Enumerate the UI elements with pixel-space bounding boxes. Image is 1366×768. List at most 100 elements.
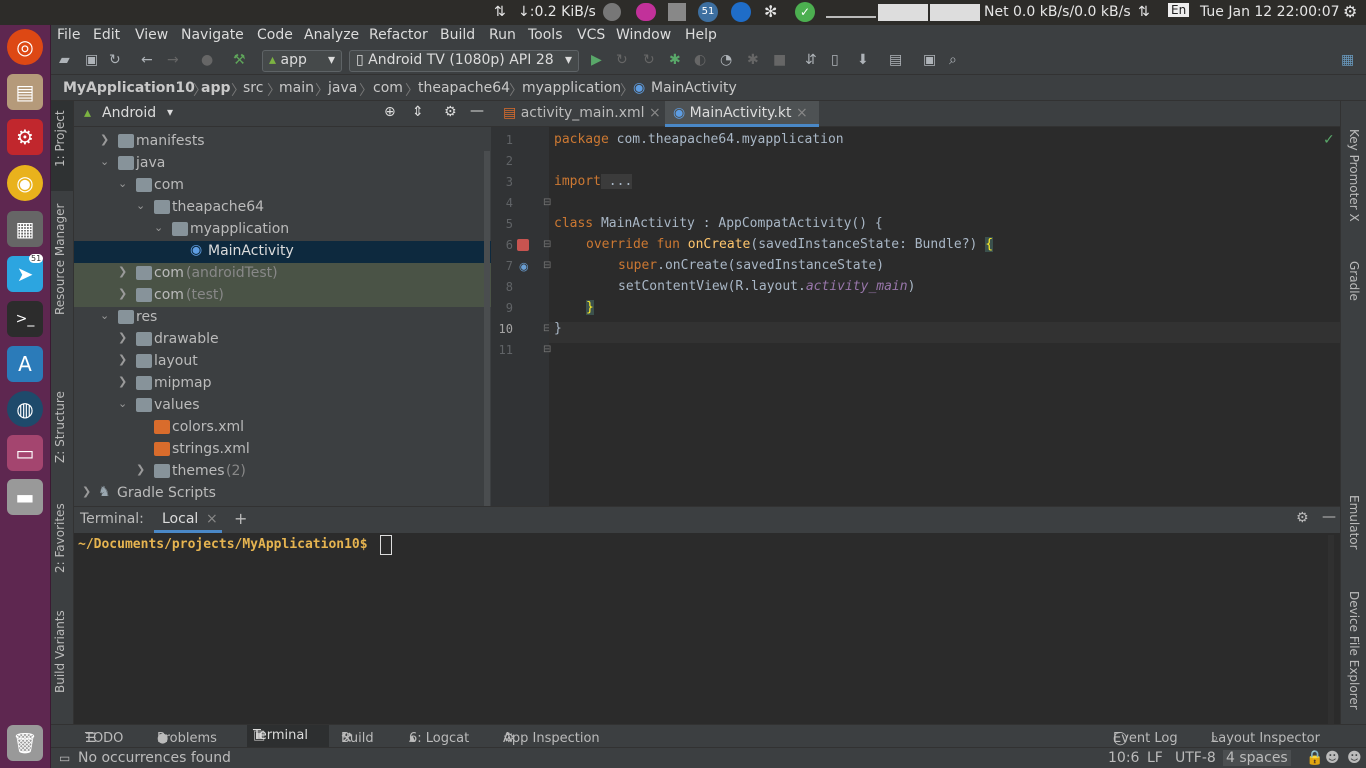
- lock-icon[interactable]: 🔒: [1306, 750, 1323, 766]
- breadcrumb-module[interactable]: app: [201, 80, 231, 96]
- tree-item-theapache64[interactable]: ⌄ theapache64: [74, 197, 484, 219]
- menu-analyze[interactable]: Analyze: [304, 27, 359, 43]
- globe-icon[interactable]: ◍: [7, 391, 43, 427]
- make-hammer-icon[interactable]: ⚒: [233, 52, 246, 68]
- smiley-icon[interactable]: ☻: [1347, 750, 1362, 766]
- tab-activity-main-xml[interactable]: ▤ activity_main.xml ×: [495, 101, 663, 127]
- run-icon[interactable]: ▶: [591, 52, 602, 68]
- new-terminal-button[interactable]: +: [234, 509, 247, 528]
- resource-manager-tool-button[interactable]: Resource Manager: [53, 204, 67, 315]
- project-structure-icon[interactable]: ▤: [889, 52, 902, 68]
- folded-imports[interactable]: ...: [600, 174, 633, 189]
- code-line-3[interactable]: import ...: [554, 174, 633, 189]
- keyboard-layout[interactable]: En: [1168, 3, 1190, 17]
- line-separator[interactable]: LF: [1147, 750, 1163, 766]
- tree-item-layout[interactable]: ❯ layout: [74, 351, 484, 373]
- code-line-7[interactable]: override fun onCreate(savedInstanceState…: [586, 237, 994, 252]
- search-icon[interactable]: ⌕: [949, 52, 957, 68]
- tree-item-mainactivity[interactable]: ◉ MainActivity: [74, 241, 491, 263]
- fold-icon[interactable]: ⊟: [543, 260, 551, 271]
- coverage-icon[interactable]: ◐: [694, 52, 706, 68]
- code-line-1[interactable]: package com.theapache64.myapplication: [554, 132, 844, 147]
- tree-item-mipmap[interactable]: ❯ mipmap: [74, 373, 484, 395]
- close-icon[interactable]: ×: [796, 105, 808, 121]
- clock[interactable]: Tue Jan 12 22:00:07: [1200, 4, 1340, 20]
- tree-item-res[interactable]: ⌄ res: [74, 307, 484, 329]
- network-icon[interactable]: ⇅: [1138, 4, 1150, 20]
- terminal-cursor[interactable]: [380, 535, 392, 555]
- gear-icon[interactable]: ⚙: [1296, 510, 1309, 526]
- check-tray-icon[interactable]: ✓: [795, 2, 815, 22]
- account-icon[interactable]: ▦: [1341, 52, 1354, 68]
- breadcrumb-class[interactable]: MainActivity: [651, 80, 737, 96]
- tree-item-com[interactable]: ⌄ com: [74, 175, 484, 197]
- gear-icon[interactable]: ⚙: [444, 104, 457, 120]
- menu-refactor[interactable]: Refactor: [369, 27, 428, 43]
- calculator-icon[interactable]: ▦: [7, 211, 43, 247]
- override-gutter-icon[interactable]: ◉: [519, 260, 529, 273]
- chevron-down-icon[interactable]: ⌄: [118, 177, 127, 190]
- window-app-icon[interactable]: ▭: [7, 435, 43, 471]
- tree-item-strings-xml[interactable]: strings.xml: [74, 439, 484, 461]
- tree-item-drawable[interactable]: ❯ drawable: [74, 329, 484, 351]
- code-line-6[interactable]: class MainActivity : AppCompatActivity()…: [554, 216, 883, 231]
- chevron-right-icon[interactable]: ❯: [100, 133, 109, 146]
- menu-vcs[interactable]: VCS: [577, 27, 605, 43]
- chevron-down-icon[interactable]: ⌄: [100, 309, 109, 322]
- menu-run[interactable]: Run: [489, 27, 516, 43]
- terminal-icon[interactable]: >_: [7, 301, 43, 337]
- smiley-icon[interactable]: ☻: [1325, 750, 1340, 766]
- tree-item-java[interactable]: ⌄ java: [74, 153, 484, 175]
- collapse-all-icon[interactable]: ⇕: [412, 104, 424, 120]
- fold-icon[interactable]: ⊟: [543, 344, 551, 355]
- chevron-down-icon[interactable]: ⌄: [136, 199, 145, 212]
- chevron-right-icon[interactable]: ❯: [118, 331, 127, 344]
- trash-icon[interactable]: 🗑: [7, 725, 43, 761]
- back-icon[interactable]: ←: [141, 52, 153, 68]
- menu-help[interactable]: Help: [685, 27, 717, 43]
- open-folder-icon[interactable]: ▰: [59, 52, 70, 68]
- close-icon[interactable]: ×: [206, 511, 218, 527]
- code-line-9[interactable]: setContentView(R.layout.activity_main): [618, 279, 915, 294]
- tree-item-com-androidtest[interactable]: ❯ com (androidTest): [74, 263, 491, 285]
- chevron-down-icon[interactable]: ⌄: [154, 221, 163, 234]
- menu-edit[interactable]: Edit: [93, 27, 120, 43]
- chrome-icon[interactable]: ◉: [7, 165, 43, 201]
- files-icon[interactable]: ▤: [7, 74, 43, 110]
- android-activity-gutter-icon[interactable]: [517, 239, 529, 251]
- breadcrumb-main[interactable]: main: [279, 80, 314, 96]
- chevron-right-icon[interactable]: ❯: [82, 485, 91, 498]
- menu-navigate[interactable]: Navigate: [181, 27, 244, 43]
- gradle-sync-icon[interactable]: ⇵: [805, 52, 817, 68]
- device-file-explorer-tool-button[interactable]: Device File Explorer: [1347, 591, 1361, 710]
- tree-item-manifests[interactable]: ❯ manifests: [74, 131, 484, 153]
- code-line-10[interactable]: }: [586, 300, 594, 315]
- tab-mainactivity-kt[interactable]: ◉ MainActivity.kt ×: [665, 101, 819, 127]
- build-variants-tool-button[interactable]: Build Variants: [53, 610, 67, 693]
- clipboard-icon[interactable]: [668, 3, 686, 21]
- chevron-right-icon[interactable]: ❯: [136, 463, 145, 476]
- gradle-tool-button[interactable]: Gradle: [1347, 261, 1361, 301]
- save-icon[interactable]: ▣: [85, 52, 98, 68]
- inspection-ok-icon[interactable]: ✓: [1323, 132, 1335, 148]
- forward-icon[interactable]: →: [167, 52, 179, 68]
- profile-icon[interactable]: ◔: [720, 52, 732, 68]
- apply-changes-icon[interactable]: ↻: [616, 52, 628, 68]
- chevron-right-icon[interactable]: ❯: [118, 375, 127, 388]
- breadcrumb-project[interactable]: MyApplication10: [63, 80, 195, 96]
- tree-item-com-test[interactable]: ❯ com (test): [74, 285, 491, 307]
- project-view-mode[interactable]: Android: [102, 105, 156, 121]
- menu-file[interactable]: File: [57, 27, 80, 43]
- favorites-tool-button[interactable]: 2: Favorites: [53, 503, 67, 573]
- close-icon[interactable]: ×: [649, 105, 661, 121]
- chevron-right-icon[interactable]: ❯: [118, 353, 127, 366]
- scrollbar[interactable]: [484, 151, 490, 506]
- terminal-tab-local[interactable]: Local ×: [154, 507, 222, 533]
- tree-item-themes[interactable]: ❯ themes (2): [74, 461, 484, 483]
- hide-icon[interactable]: —: [470, 103, 484, 119]
- breadcrumb-com[interactable]: com: [373, 80, 403, 96]
- telegram-tray-icon[interactable]: 51: [698, 2, 718, 22]
- ubuntu-dash-icon[interactable]: ◎: [7, 29, 43, 65]
- project-tool-button[interactable]: 1: Project: [53, 110, 67, 167]
- firefox-dev-icon[interactable]: [636, 3, 656, 21]
